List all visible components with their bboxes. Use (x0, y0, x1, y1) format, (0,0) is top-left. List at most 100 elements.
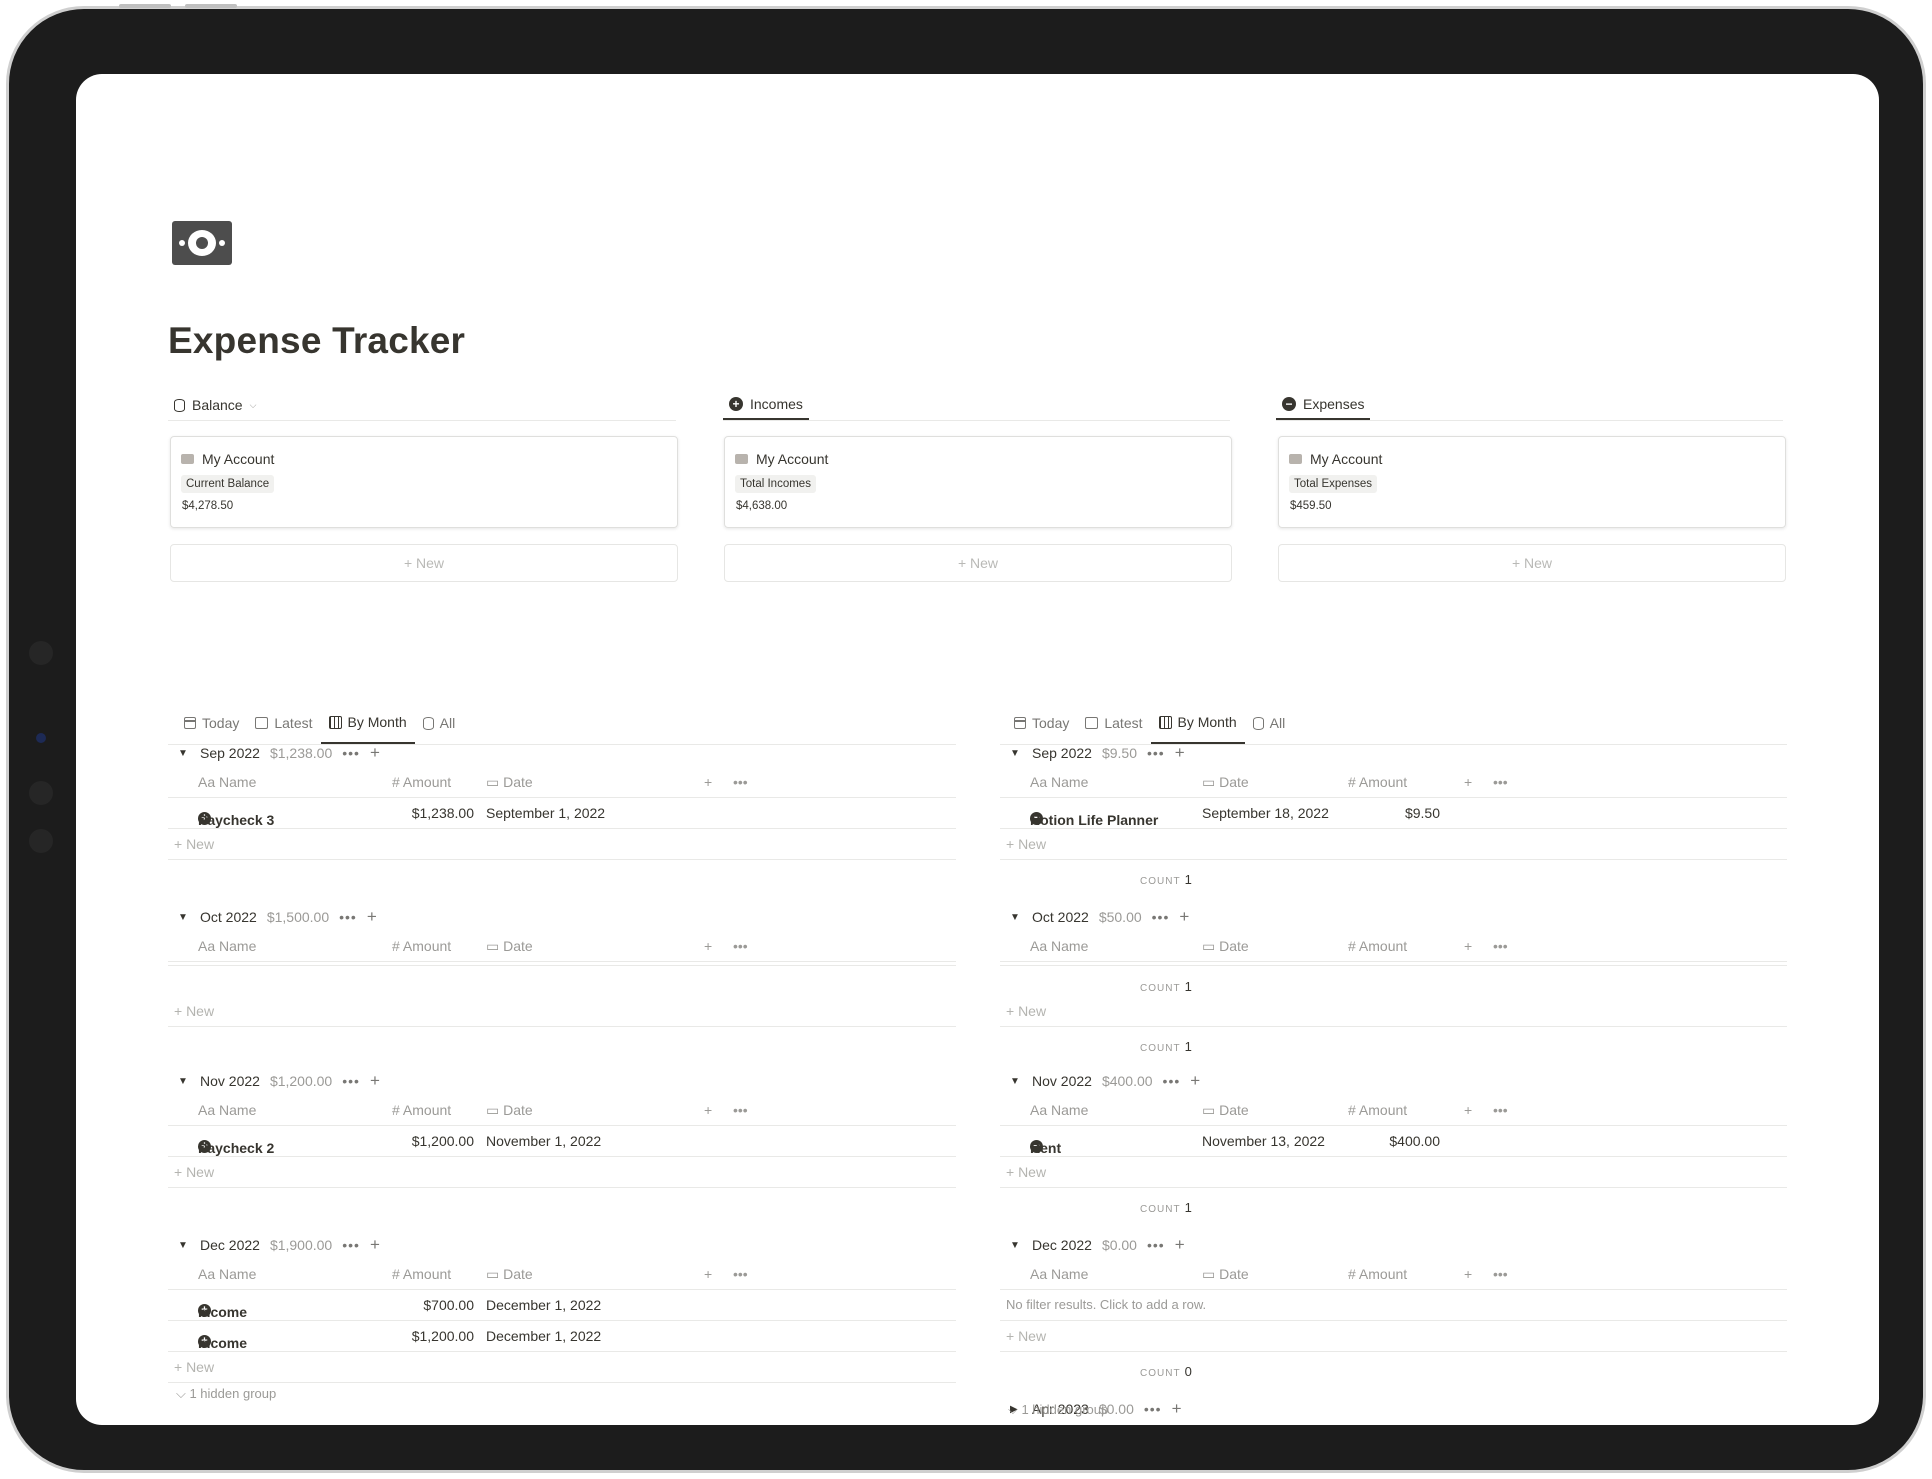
name-column-header[interactable]: Aa Name (198, 774, 256, 790)
amount-column-header[interactable]: # Amount (392, 1102, 451, 1118)
caret-down-icon[interactable]: ▼ (178, 1076, 190, 1087)
new-row-button[interactable]: + New (1000, 829, 1787, 860)
table-row[interactable]: + Income $700.00 December 1, 2022 (168, 1290, 956, 1321)
more-icon[interactable]: ••• (1144, 1401, 1162, 1417)
more-icon[interactable]: ••• (1493, 1102, 1508, 1118)
add-column-icon[interactable]: + (1464, 938, 1472, 954)
amount-column-header[interactable]: # Amount (1348, 1266, 1407, 1282)
group-header[interactable]: ▼ Dec 2022 $0.00 ••• + (1010, 1235, 1186, 1255)
group-header[interactable]: ▼ Sep 2022 $1,238.00 ••• + (178, 743, 381, 763)
name-column-header[interactable]: Aa Name (1030, 938, 1088, 954)
tab-all[interactable]: All (1245, 702, 1294, 744)
more-icon[interactable]: ••• (733, 1266, 748, 1282)
group-header[interactable]: ▼ Oct 2022 $50.00 ••• + (1010, 907, 1190, 927)
caret-down-icon[interactable]: ▼ (1010, 1240, 1022, 1251)
hidden-group-toggle[interactable]: ⌵ 1 hidden group (176, 1386, 276, 1402)
tab-incomes[interactable]: + Incomes (723, 390, 809, 420)
tab-by-month[interactable]: By Month (320, 702, 415, 744)
date-column-header[interactable]: ▭ Date (486, 938, 533, 955)
table-row[interactable]: + Income $1,200.00 December 1, 2022 (168, 1321, 956, 1352)
group-header[interactable]: ▼ Nov 2022 $400.00 ••• + (1010, 1071, 1201, 1091)
caret-down-icon[interactable]: ▼ (1010, 1076, 1022, 1087)
empty-row[interactable]: No filter results. Click to add a row. (1000, 1290, 1787, 1321)
amount-column-header[interactable]: # Amount (1348, 774, 1407, 790)
table-row[interactable]: − Notion Life Planner September 18, 2022 $9… (1000, 798, 1787, 829)
new-row-button[interactable]: + New (168, 1157, 956, 1188)
add-column-icon[interactable]: + (1464, 1102, 1472, 1118)
name-column-header[interactable]: Aa Name (198, 1102, 256, 1118)
group-header[interactable]: ▼ Dec 2022 $1,900.00 ••• + (178, 1235, 381, 1255)
add-column-icon[interactable]: + (704, 774, 712, 790)
add-column-icon[interactable]: + (704, 1266, 712, 1282)
more-icon[interactable]: ••• (1163, 1073, 1181, 1089)
add-icon[interactable]: + (1175, 1235, 1186, 1255)
account-card[interactable]: My Account Total Expenses $459.50 (1278, 436, 1786, 528)
tab-today[interactable]: Today (1006, 702, 1077, 744)
new-row-button[interactable]: + New (168, 1352, 956, 1383)
more-icon[interactable]: ••• (342, 745, 360, 761)
group-header[interactable]: ▼ Sep 2022 $9.50 ••• + (1010, 743, 1186, 763)
new-row-button[interactable]: + New (1000, 996, 1787, 1027)
add-icon[interactable]: + (1190, 1071, 1201, 1091)
name-column-header[interactable]: Aa Name (198, 1266, 256, 1282)
amount-column-header[interactable]: # Amount (392, 774, 451, 790)
table-row[interactable]: + Paycheck 2 $1,200.00 November 1, 2022 (168, 1126, 956, 1157)
date-column-header[interactable]: ▭ Date (486, 774, 533, 791)
account-card[interactable]: My Account Current Balance $4,278.50 (170, 436, 678, 528)
amount-column-header[interactable]: # Amount (1348, 938, 1407, 954)
new-row-button[interactable]: + New (168, 829, 956, 860)
new-row-button[interactable]: + New (1000, 1157, 1787, 1188)
add-column-icon[interactable]: + (1464, 774, 1472, 790)
add-icon[interactable]: + (370, 743, 381, 763)
add-icon[interactable]: + (370, 1235, 381, 1255)
table-row[interactable]: + Paycheck 3 $1,238.00 September 1, 2022 (168, 798, 956, 829)
hidden-group-toggle[interactable]: ⌵ 1 hidden group (1008, 1402, 1108, 1418)
more-icon[interactable]: ••• (733, 938, 748, 954)
more-icon[interactable]: ••• (1493, 774, 1508, 790)
add-column-icon[interactable]: + (704, 938, 712, 954)
add-icon[interactable]: + (1179, 907, 1190, 927)
new-card-button[interactable]: + New (724, 544, 1232, 582)
add-column-icon[interactable]: + (704, 1102, 712, 1118)
date-column-header[interactable]: ▭ Date (1202, 1266, 1249, 1283)
amount-column-header[interactable]: # Amount (392, 938, 451, 954)
date-column-header[interactable]: ▭ Date (486, 1102, 533, 1119)
more-icon[interactable]: ••• (1147, 745, 1165, 761)
more-icon[interactable]: ••• (342, 1237, 360, 1253)
amount-column-header[interactable]: # Amount (392, 1266, 451, 1282)
more-icon[interactable]: ••• (733, 774, 748, 790)
add-icon[interactable]: + (1172, 1399, 1183, 1419)
tab-today[interactable]: Today (176, 702, 247, 744)
table-row[interactable]: − Rent November 13, 2022 $400.00 (1000, 1126, 1787, 1157)
more-icon[interactable]: ••• (1152, 909, 1170, 925)
new-row-button[interactable]: + New (1000, 1321, 1787, 1352)
caret-down-icon[interactable]: ▼ (1010, 748, 1022, 759)
date-column-header[interactable]: ▭ Date (1202, 938, 1249, 955)
group-header[interactable]: ▼ Nov 2022 $1,200.00 ••• + (178, 1071, 381, 1091)
new-row-button[interactable]: + New (168, 996, 956, 1027)
more-icon[interactable]: ••• (733, 1102, 748, 1118)
add-icon[interactable]: + (370, 1071, 381, 1091)
add-column-icon[interactable]: + (1464, 1266, 1472, 1282)
date-column-header[interactable]: ▭ Date (486, 1266, 533, 1283)
group-header[interactable]: ▼ Oct 2022 $1,500.00 ••• + (178, 907, 378, 927)
more-icon[interactable]: ••• (1493, 938, 1508, 954)
caret-down-icon[interactable]: ▼ (178, 1240, 190, 1251)
new-card-button[interactable]: + New (1278, 544, 1786, 582)
account-card[interactable]: My Account Total Incomes $4,638.00 (724, 436, 1232, 528)
caret-down-icon[interactable]: ▼ (178, 748, 190, 759)
tab-by-month[interactable]: By Month (1150, 702, 1245, 744)
more-icon[interactable]: ••• (342, 1073, 360, 1089)
page-title[interactable]: Expense Tracker (168, 320, 465, 362)
name-column-header[interactable]: Aa Name (1030, 774, 1088, 790)
more-icon[interactable]: ••• (1147, 1237, 1165, 1253)
new-card-button[interactable]: + New (170, 544, 678, 582)
caret-down-icon[interactable]: ▼ (178, 912, 190, 923)
caret-down-icon[interactable]: ▼ (1010, 912, 1022, 923)
add-icon[interactable]: + (1175, 743, 1186, 763)
name-column-header[interactable]: Aa Name (1030, 1102, 1088, 1118)
tab-all[interactable]: All (415, 702, 464, 744)
more-icon[interactable]: ••• (1493, 1266, 1508, 1282)
tab-expenses[interactable]: − Expenses (1276, 390, 1371, 420)
date-column-header[interactable]: ▭ Date (1202, 774, 1249, 791)
